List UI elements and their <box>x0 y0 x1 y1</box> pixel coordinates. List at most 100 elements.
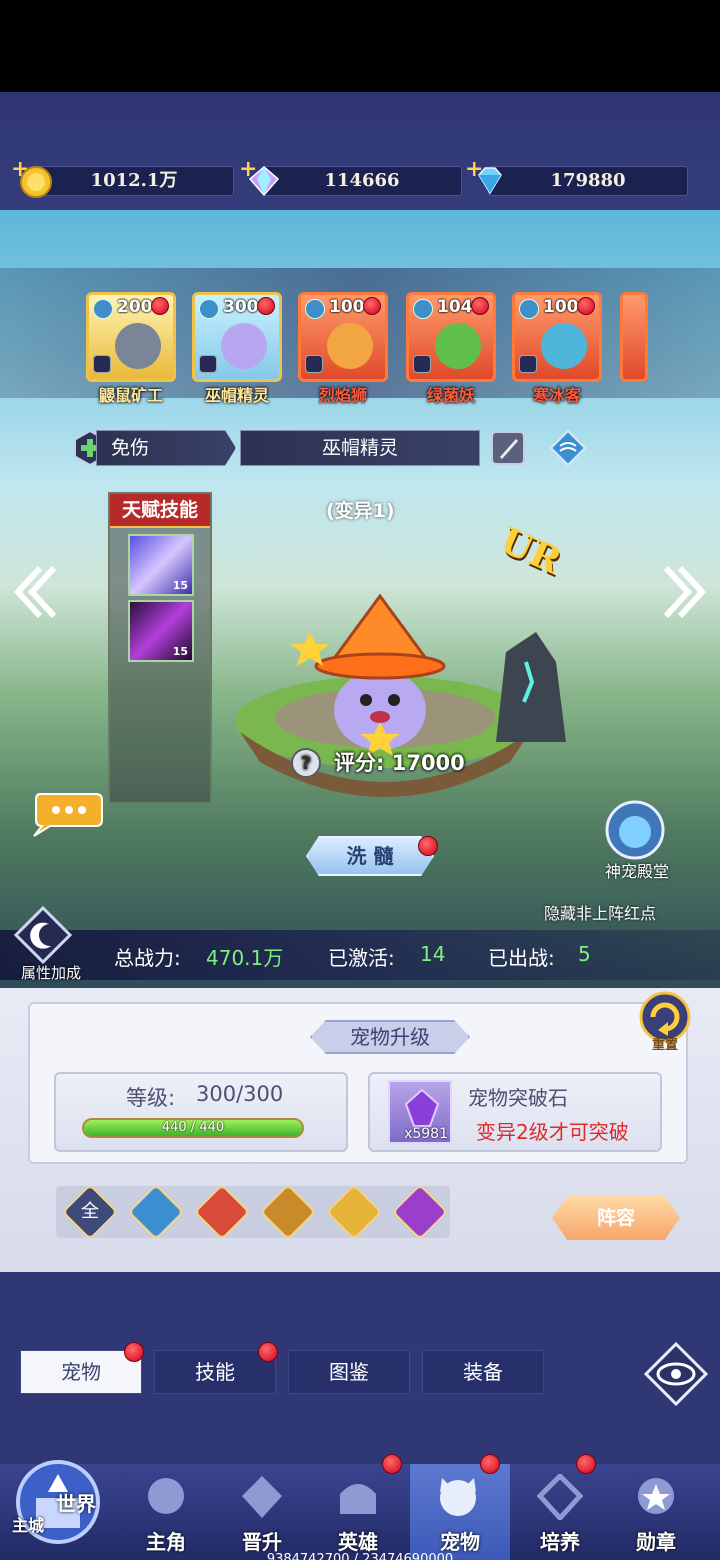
main-city-label: 主城 <box>12 1516 45 1535</box>
filter-all[interactable]: 全 <box>61 1183 119 1241</box>
diamond-resource[interactable]: + 179880 <box>465 156 688 196</box>
role-icon <box>305 355 323 373</box>
talent-skill-2[interactable]: 15 <box>128 600 194 662</box>
red-dot-indicator <box>577 297 595 315</box>
pet-name-2: 巫帽精灵 <box>204 386 269 405</box>
filter-dark-icon[interactable] <box>391 1183 449 1241</box>
svg-text:?: ? <box>301 753 311 774</box>
filter-water-icon[interactable] <box>127 1183 185 1241</box>
role-icon <box>199 355 217 373</box>
cultivate-icon <box>536 1474 584 1520</box>
pet-name-1: 鼹鼠矿工 <box>98 386 163 405</box>
reset-label[interactable]: 重置 <box>642 1034 688 1053</box>
chat-bubble-icon[interactable] <box>30 790 104 838</box>
filter-light-icon[interactable] <box>325 1183 383 1241</box>
flame-lion-portrait <box>327 323 373 369</box>
mutation-label: (变异1) <box>326 500 395 522</box>
subtab-equipment[interactable]: 装备 <box>422 1350 544 1394</box>
water-element-icon <box>519 299 539 319</box>
role-icon <box>519 355 537 373</box>
talent-title: 天赋技能 <box>110 494 210 528</box>
activated-label: 已激活: <box>328 946 395 970</box>
score-label: 评分: <box>334 751 385 775</box>
red-dot-indicator <box>576 1454 596 1474</box>
heroes-helmet-icon <box>340 1484 376 1514</box>
deployed-label: 已出战: <box>488 946 555 970</box>
gold-resource[interactable]: + 1012.1万 <box>11 156 234 198</box>
nav-cultivate[interactable]: 培养 <box>512 1454 608 1560</box>
subtab-codex[interactable]: 图鉴 <box>288 1350 410 1394</box>
pet-card-1[interactable]: 200 <box>86 292 176 382</box>
moon-attribute-icon[interactable] <box>14 906 72 964</box>
talent-skill-panel: 天赋技能 15 15 <box>108 492 212 804</box>
hero-icon <box>148 1478 184 1514</box>
attribute-bonus-label[interactable]: 属性加成 <box>14 962 88 983</box>
hide-red-dot-toggle[interactable]: 隐藏非上阵红点 <box>520 900 680 924</box>
help-question-icon[interactable]: ? <box>290 747 322 779</box>
upgrade-box: 宠物升级 等级: 300/300 440 / 440 x5981 宠物突破石 变… <box>28 1002 688 1164</box>
level-label: 等级: <box>126 1086 176 1110</box>
resource-header: + 1012.1万 + 114666 + 179880 <box>0 92 720 210</box>
nav-hero[interactable]: 主角 <box>118 1464 214 1560</box>
pet-score: ? 评分: 17000 <box>288 746 465 780</box>
water-element-icon <box>550 430 586 466</box>
crystal-resource[interactable]: + 114666 <box>239 156 462 197</box>
exp-text: 440 / 440 <box>161 1120 225 1135</box>
status-bar <box>0 0 720 92</box>
skill-level: 15 <box>172 645 188 658</box>
diamond-amount: 179880 <box>550 170 626 191</box>
pet-level: 100 <box>543 297 579 317</box>
filter-fire-icon[interactable] <box>193 1183 251 1241</box>
stone-count: x5981 <box>404 1126 448 1142</box>
lineup-button[interactable]: 阵容 <box>552 1196 680 1240</box>
level-value: 300/300 <box>196 1082 284 1106</box>
red-dot-indicator <box>480 1454 500 1474</box>
previous-pet-arrow-icon[interactable] <box>10 562 58 622</box>
subtab-skills[interactable]: 技能 <box>154 1350 276 1394</box>
red-dot-indicator <box>382 1454 402 1474</box>
red-dot-indicator <box>257 297 275 315</box>
rename-quill-icon[interactable] <box>490 430 526 466</box>
nav-promotion[interactable]: 晋升 <box>214 1464 310 1560</box>
wash-marrow-button[interactable]: 洗 髓 <box>306 836 434 876</box>
rainbow-crystal-icon <box>248 166 280 197</box>
pet-level: 200 <box>117 297 153 317</box>
pet-card-4[interactable]: 104 <box>406 292 496 382</box>
eye-view-icon[interactable] <box>644 1342 708 1406</box>
deployed-value: 5 <box>578 942 591 966</box>
pet-level: 300 <box>223 297 259 317</box>
subtab-pets[interactable]: 宠物 <box>20 1350 142 1394</box>
gold-amount: 1012.1万 <box>90 170 178 191</box>
pet-card-6-partial[interactable] <box>620 292 648 382</box>
purple-crystal-icon <box>404 1088 440 1127</box>
diamond-icon <box>478 167 502 195</box>
breakthrough-stone-item[interactable]: x5981 <box>388 1080 452 1144</box>
power-value: 470.1万 <box>206 946 284 970</box>
pet-face-icon <box>440 1478 476 1516</box>
pet-card-3[interactable]: 100 <box>298 292 388 382</box>
footer-counter: 9384742700 / 23474690000 <box>266 1552 454 1560</box>
nav-label: 勋章 <box>636 1530 676 1554</box>
score-value: 17000 <box>391 751 465 775</box>
ice-guest-portrait <box>541 323 587 369</box>
pet-card-2[interactable]: 300 <box>192 292 282 382</box>
crystal-amount: 114666 <box>324 170 400 191</box>
talent-skill-1[interactable]: 15 <box>128 534 194 596</box>
water-element-icon <box>93 299 113 319</box>
pet-card-5[interactable]: 100 <box>512 292 602 382</box>
red-dot-indicator <box>151 297 169 315</box>
filter-earth-icon[interactable] <box>259 1183 317 1241</box>
nav-medals[interactable]: 勋章 <box>608 1464 704 1560</box>
wizard-hat-spirit-pet[interactable] <box>290 592 470 762</box>
nav-pets[interactable]: 宠物 <box>410 1454 510 1560</box>
divine-pet-temple-icon[interactable] <box>600 800 670 860</box>
nav-world[interactable]: 世界 主城 <box>0 1460 114 1560</box>
skill-level: 15 <box>172 579 188 592</box>
game-screen: + 1012.1万 + 114666 + 179880 200 300 100 … <box>0 92 720 1560</box>
nav-heroes[interactable]: 英雄 <box>310 1454 406 1560</box>
pet-level: 100 <box>329 297 365 317</box>
breakthrough-stone-card[interactable]: x5981 宠物突破石 变异2级才可突破 <box>368 1072 662 1152</box>
element-filter-row: 全 <box>56 1183 450 1241</box>
next-pet-arrow-icon[interactable] <box>662 562 710 622</box>
trait-label: 免伤 <box>96 430 236 466</box>
